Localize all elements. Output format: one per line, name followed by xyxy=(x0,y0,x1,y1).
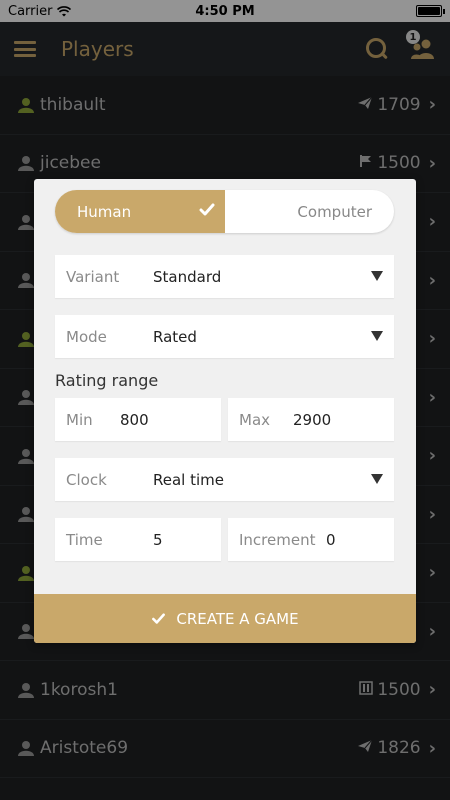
time-label: Time xyxy=(66,530,103,549)
time-value: 5 xyxy=(153,530,163,549)
toggle-computer-option[interactable]: Computer xyxy=(225,190,394,233)
toggle-human-option[interactable]: Human xyxy=(55,190,225,233)
increment-value: 0 xyxy=(326,530,336,549)
increment-field[interactable]: Increment 0 xyxy=(228,518,394,561)
min-value: 800 xyxy=(120,410,149,429)
variant-value: Standard xyxy=(153,267,222,286)
clock-value: Real time xyxy=(153,470,224,489)
mode-value: Rated xyxy=(153,327,197,346)
variant-select[interactable]: Variant Standard xyxy=(55,255,394,298)
toggle-human-label: Human xyxy=(77,202,132,221)
check-icon xyxy=(199,203,215,216)
clock-label: Clock xyxy=(66,470,107,489)
create-game-label: CREATE A GAME xyxy=(176,609,299,628)
check-icon xyxy=(152,612,166,624)
max-label: Max xyxy=(239,410,271,429)
caret-down-icon xyxy=(371,271,383,281)
variant-label: Variant xyxy=(66,267,120,286)
time-field[interactable]: Time 5 xyxy=(55,518,221,561)
min-label: Min xyxy=(66,410,93,429)
mode-label: Mode xyxy=(66,327,107,346)
toggle-computer-label: Computer xyxy=(297,202,372,221)
create-game-button[interactable]: CREATE A GAME xyxy=(34,594,416,643)
rating-min-field[interactable]: Min 800 xyxy=(55,398,221,441)
rating-max-field[interactable]: Max 2900 xyxy=(228,398,394,441)
create-game-modal: Human Computer Variant Standard Mode Rat… xyxy=(34,179,416,643)
increment-label: Increment xyxy=(239,530,316,549)
caret-down-icon xyxy=(371,474,383,484)
opponent-toggle: Human Computer xyxy=(55,190,394,233)
max-value: 2900 xyxy=(293,410,332,429)
mode-select[interactable]: Mode Rated xyxy=(55,315,394,358)
clock-select[interactable]: Clock Real time xyxy=(55,458,394,501)
rating-range-title: Rating range xyxy=(55,371,159,390)
caret-down-icon xyxy=(371,331,383,341)
